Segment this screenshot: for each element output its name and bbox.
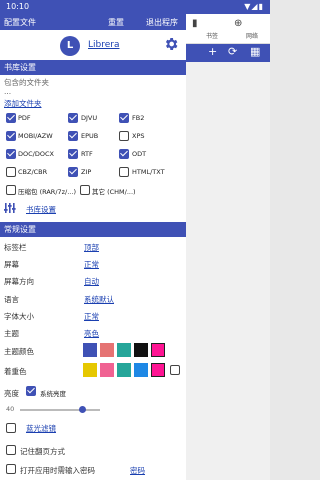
doc-label: DOC/DOCX xyxy=(18,150,54,158)
brightness-label: 亮度 xyxy=(4,389,19,398)
theme-color-label: 主题颜色 xyxy=(4,347,34,356)
globe-icon[interactable]: ⊕ xyxy=(234,18,242,29)
font-size-value[interactable]: 正常 xyxy=(84,311,99,322)
xps-checkbox[interactable] xyxy=(119,131,129,141)
add-folder-link[interactable]: 添加文件夹 xyxy=(4,98,42,109)
odt-checkbox[interactable] xyxy=(119,149,129,159)
theme-label: 主题 xyxy=(4,329,19,338)
require-password-label: 打开应用时需输入密码 xyxy=(20,466,95,475)
theme-color-swatch-red[interactable] xyxy=(100,343,114,357)
status-time: 10:10 xyxy=(6,2,30,11)
reset-button[interactable]: 重置 xyxy=(108,17,124,28)
epub-label: EPUB xyxy=(81,132,99,140)
rtf-checkbox[interactable] xyxy=(68,149,78,159)
language-label: 语言 xyxy=(4,295,19,304)
theme-color-swatch-black[interactable] xyxy=(134,343,148,357)
remember-page-label: 记住翻页方式 xyxy=(20,447,65,456)
remember-page-checkbox[interactable] xyxy=(6,445,16,455)
status-bar: 10:10 ▼◢▮ xyxy=(0,0,270,14)
refresh-icon[interactable]: ⟳ xyxy=(228,45,237,58)
grid-icon[interactable]: ▦ xyxy=(250,45,260,58)
equalizer-icon xyxy=(4,203,16,213)
require-password-checkbox[interactable] xyxy=(6,464,16,474)
bookmarks-tab-label[interactable]: 书签 xyxy=(206,31,218,40)
djvu-checkbox[interactable] xyxy=(68,113,78,123)
status-icons: ▼◢▮ xyxy=(244,2,264,11)
library-section-title: 书库设置 xyxy=(4,63,36,72)
background-toolbar: ▮ 书签 ⊕ 网络 xyxy=(186,14,270,44)
html-label: HTML/TXT xyxy=(132,168,165,176)
theme-value[interactable]: 亮色 xyxy=(84,328,99,339)
brightness-slider-track[interactable] xyxy=(20,409,100,411)
accent-swatch-teal[interactable] xyxy=(117,363,131,377)
font-size-label: 字体大小 xyxy=(4,312,34,321)
screen-label: 屏幕 xyxy=(4,260,19,269)
accent-label: 着重色 xyxy=(4,367,27,376)
cbz-checkbox[interactable] xyxy=(6,167,16,177)
accent-swatch-pink[interactable] xyxy=(100,363,114,377)
other-checkbox[interactable] xyxy=(80,185,90,195)
zip-checkbox[interactable] xyxy=(68,167,78,177)
general-section-title: 常规设置 xyxy=(4,225,36,234)
orientation-value[interactable]: 自动 xyxy=(84,276,99,287)
mobi-checkbox[interactable] xyxy=(6,131,16,141)
blue-filter-checkbox[interactable] xyxy=(6,423,16,433)
network-tab-label[interactable]: 网络 xyxy=(246,31,258,40)
config-file-button[interactable]: 配置文件 xyxy=(4,17,36,28)
pdf-label: PDF xyxy=(18,114,31,122)
drawer-header: 配置文件 重置 退出程序 xyxy=(0,14,186,30)
profile-name[interactable]: Librera xyxy=(88,40,119,50)
cbz-label: CBZ/CBR xyxy=(18,168,48,176)
accent-swatch-blue[interactable] xyxy=(134,363,148,377)
password-link[interactable]: 密码 xyxy=(130,465,145,476)
system-brightness-checkbox[interactable] xyxy=(26,386,36,396)
gear-icon[interactable] xyxy=(163,36,179,52)
html-checkbox[interactable] xyxy=(119,167,129,177)
brightness-value: 40 xyxy=(6,405,15,413)
odt-label: ODT xyxy=(132,150,147,158)
system-brightness-label: 系统亮度 xyxy=(40,390,66,398)
avatar[interactable]: L xyxy=(60,36,80,56)
library-settings-link[interactable]: 书库设置 xyxy=(26,204,56,215)
theme-color-swatch-teal[interactable] xyxy=(117,343,131,357)
pdf-checkbox[interactable] xyxy=(6,113,16,123)
library-section-header: 书库设置 xyxy=(0,60,186,75)
accent-checkbox[interactable] xyxy=(170,365,180,375)
archive-label: 压缩包 (RAR/7z/...) xyxy=(18,188,76,196)
epub-checkbox[interactable] xyxy=(68,131,78,141)
mobi-label: MOBI/AZW xyxy=(18,132,53,140)
orientation-label: 屏幕方向 xyxy=(4,277,34,286)
theme-color-swatch-blue[interactable] xyxy=(83,343,97,357)
fb2-label: FB2 xyxy=(132,114,145,122)
djvu-label: DJVU xyxy=(81,114,98,122)
zip-label: ZIP xyxy=(81,168,92,176)
xps-label: XPS xyxy=(132,132,145,140)
language-value[interactable]: 系统默认 xyxy=(84,294,114,305)
tabbar-label: 标签栏 xyxy=(4,243,27,252)
blue-filter-link[interactable]: 蓝光滤镜 xyxy=(26,423,56,434)
background-actionbar: + ⟳ ▦ xyxy=(186,44,270,62)
bookmark-icon[interactable]: ▮ xyxy=(192,18,198,29)
archive-checkbox[interactable] xyxy=(6,185,16,195)
settings-drawer: 配置文件 重置 退出程序 L Librera 书库设置 包含的文件夹 ... 添… xyxy=(0,14,186,480)
brightness-slider-thumb[interactable] xyxy=(78,406,86,413)
exit-button[interactable]: 退出程序 xyxy=(146,17,178,28)
fb2-checkbox[interactable] xyxy=(119,113,129,123)
other-label: 其它 (CHM/...) xyxy=(92,188,136,196)
screen-value[interactable]: 正常 xyxy=(84,259,99,270)
rtf-label: RTF xyxy=(81,150,93,158)
folder-value: ... xyxy=(4,87,12,96)
theme-color-swatch-custom[interactable] xyxy=(151,343,165,357)
add-icon[interactable]: + xyxy=(208,45,217,58)
background-app: ▮ 书签 ⊕ 网络 + ⟳ ▦ xyxy=(186,14,270,480)
accent-swatch-custom[interactable] xyxy=(151,363,165,377)
tabbar-value[interactable]: 顶部 xyxy=(84,242,99,253)
doc-checkbox[interactable] xyxy=(6,149,16,159)
accent-swatch-yellow[interactable] xyxy=(83,363,97,377)
general-section-header: 常规设置 xyxy=(0,222,186,237)
